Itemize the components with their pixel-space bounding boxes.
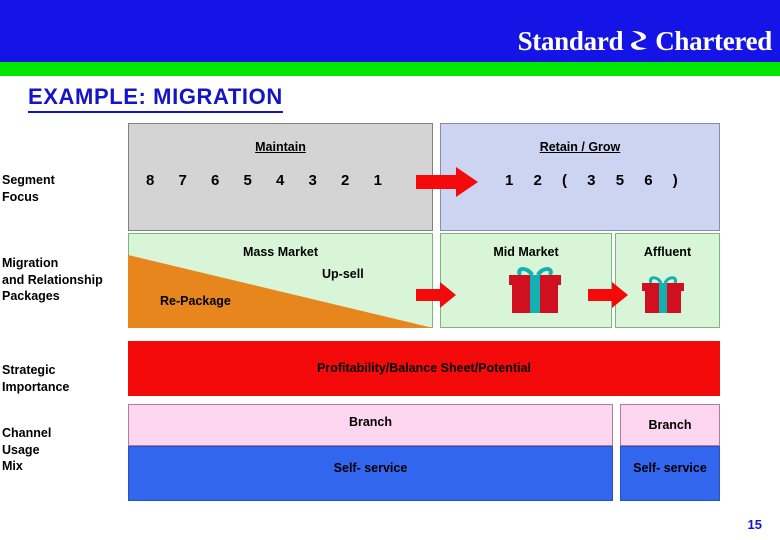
migration-line-2: and Relationship — [2, 272, 103, 287]
channel-line-3: Mix — [2, 459, 23, 473]
brand-text-chartered: Chartered — [655, 26, 772, 56]
page-number: 15 — [747, 517, 762, 532]
gift-box-mid-market-icon — [506, 265, 564, 320]
mass-market-label: Mass Market — [242, 245, 319, 259]
self-service-label-left: Self- service — [333, 461, 408, 475]
migration-arrow-affluent-icon — [588, 282, 628, 313]
repackage-label: Re-Package — [160, 294, 231, 308]
row-label-segment-focus: Segment Focus — [2, 172, 124, 205]
standard-chartered-logo: Standard Chartered — [517, 26, 773, 57]
migration-line-3: Packages — [2, 289, 60, 303]
maintain-header-label: Maintain — [255, 140, 306, 154]
upsell-label: Up-sell — [322, 267, 364, 281]
page-title: EXAMPLE: MIGRATION — [28, 84, 283, 113]
segment-focus-line-1: Segment — [2, 173, 55, 187]
brand-text-standard: Standard — [517, 26, 624, 56]
green-accent-band — [0, 62, 780, 76]
branch-label-left: Branch — [348, 415, 393, 429]
strategic-line-2: Importance — [2, 379, 70, 394]
branch-label-right: Branch — [648, 418, 692, 432]
migration-line-1: Migration — [2, 256, 59, 270]
strategic-importance-label: Profitability/Balance Sheet/Potential — [317, 361, 531, 375]
standard-chartered-logo-icon — [628, 29, 650, 54]
segment-numbers-maintain: 8 7 6 5 4 3 2 1 — [146, 172, 392, 189]
channel-line-2: Usage — [2, 442, 40, 457]
retain-grow-header-label: Retain / Grow — [539, 140, 621, 154]
mid-market-label: Mid Market — [493, 245, 559, 259]
segment-numbers-retain: 1 2 ( 3 5 6 ) — [505, 172, 686, 189]
row-label-channel-usage-mix: Channel Usage Mix — [2, 425, 124, 475]
migration-arrow-top-icon — [416, 167, 478, 202]
gift-box-affluent-icon — [640, 275, 686, 320]
migration-arrow-mid-icon — [416, 282, 456, 313]
repackage-wedge-shape — [128, 255, 433, 328]
self-service-label-right: Self- service — [633, 461, 707, 475]
row-label-migration-packages: Migration and Relationship Packages — [2, 255, 124, 305]
affluent-label: Affluent — [643, 245, 692, 259]
row-label-strategic-importance: Strategic Importance — [2, 362, 124, 395]
strategic-line-1: Strategic — [2, 363, 56, 377]
channel-line-1: Channel — [2, 426, 52, 440]
segment-focus-line-2: Focus — [2, 189, 39, 204]
